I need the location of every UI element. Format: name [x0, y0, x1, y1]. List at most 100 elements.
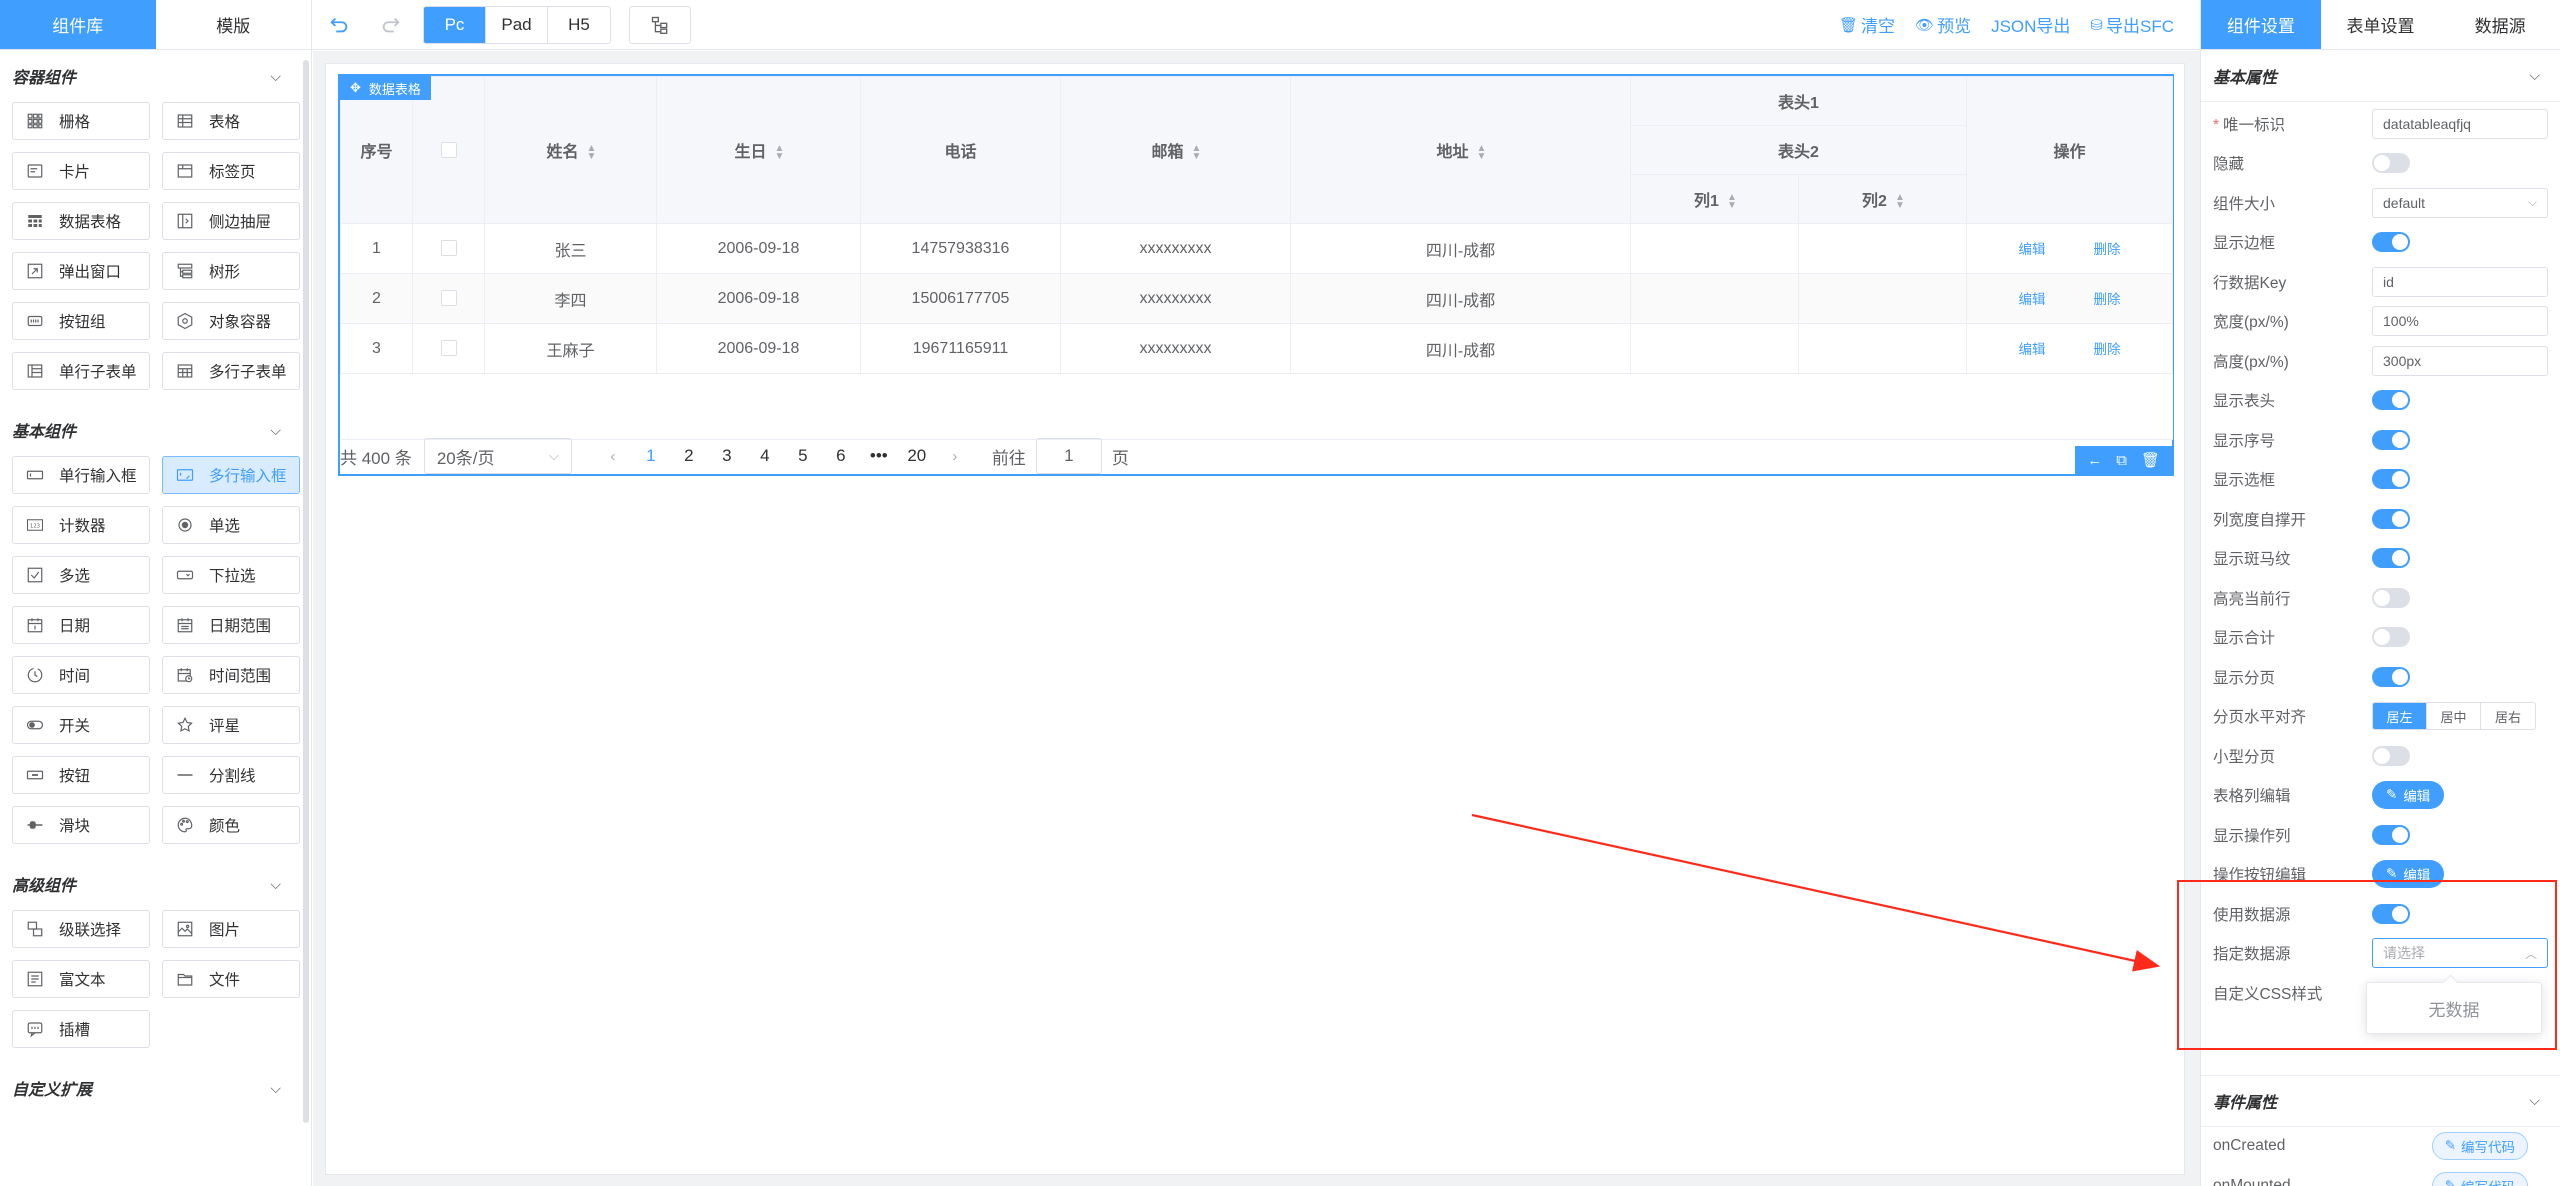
component-item[interactable]: 弹出窗口: [12, 252, 150, 290]
component-item[interactable]: 多选: [12, 556, 150, 594]
sort-icon[interactable]: ▲ ▼: [1477, 143, 1487, 161]
prop-select[interactable]: default ⌵: [2372, 187, 2548, 218]
export-sfc-button[interactable]: ⛁ 导出SFC: [2090, 12, 2174, 37]
prev-page-icon[interactable]: ‹: [594, 448, 632, 465]
node-tree-button[interactable]: [629, 5, 691, 44]
prop-switch[interactable]: [2372, 666, 2410, 687]
sort-icon[interactable]: ▲ ▼: [1727, 192, 1737, 210]
page-number[interactable]: 5: [784, 446, 822, 466]
component-item[interactable]: 数据表格: [12, 202, 150, 240]
component-item[interactable]: 侧边抽屉: [162, 202, 300, 240]
next-page-icon[interactable]: ›: [936, 448, 974, 465]
table-row[interactable]: 3 王麻子 2006-09-18 19671165911 xxxxxxxxx 四…: [340, 323, 2173, 374]
sort-icon[interactable]: ▲ ▼: [1192, 143, 1202, 161]
component-item[interactable]: 级联选择: [12, 910, 150, 948]
align-option[interactable]: 居左: [2373, 703, 2427, 730]
align-option[interactable]: 居中: [2427, 703, 2481, 730]
component-item[interactable]: 按钮: [12, 756, 150, 794]
component-item[interactable]: 单行子表单: [12, 352, 150, 390]
component-item[interactable]: 下拉选: [162, 556, 300, 594]
device-pad-button[interactable]: Pad: [486, 6, 548, 43]
data-table-widget[interactable]: ✥ 数据表格 序号 姓名 ▲ ▼ 生日 ▲ ▼ 电话 邮箱 ▲ ▼ 地址 ▲ ▼…: [338, 74, 2174, 476]
table-row[interactable]: 2 李四 2006-09-18 15006177705 xxxxxxxxx 四川…: [340, 273, 2173, 324]
prop-switch[interactable]: [2372, 390, 2410, 411]
sort-icon[interactable]: ▲ ▼: [775, 143, 785, 161]
page-size-select[interactable]: 20条/页 ⌵: [423, 438, 572, 474]
tab-component-settings[interactable]: 组件设置: [2201, 0, 2321, 49]
row-delete-link[interactable]: 删除: [2094, 292, 2121, 307]
page-number[interactable]: 20: [898, 446, 936, 466]
row-delete-link[interactable]: 删除: [2094, 242, 2121, 257]
component-item[interactable]: 日期范围: [162, 606, 300, 644]
prop-switch[interactable]: [2372, 548, 2410, 569]
select-parent-icon[interactable]: ←: [2087, 452, 2102, 469]
prop-edit-button[interactable]: ✎ 编辑: [2372, 860, 2445, 889]
prop-switch[interactable]: [2372, 469, 2410, 490]
delete-icon[interactable]: 🗑: [2141, 451, 2160, 469]
row-checkbox[interactable]: [440, 240, 457, 257]
group-header[interactable]: 高级组件 ⌵: [0, 858, 301, 910]
component-item[interactable]: 多行输入框: [162, 456, 300, 494]
component-item[interactable]: 123 计数器: [12, 506, 150, 544]
row-checkbox[interactable]: [440, 290, 457, 307]
header-birthday[interactable]: 生日 ▲ ▼: [656, 76, 861, 224]
json-export-button[interactable]: JSON导出: [1991, 12, 2070, 37]
component-item[interactable]: 富文本: [12, 960, 150, 998]
prop-switch[interactable]: [2372, 587, 2410, 608]
widget-label[interactable]: ✥ 数据表格: [340, 76, 431, 100]
row-edit-link[interactable]: 编辑: [2019, 242, 2046, 257]
component-item[interactable]: 单选: [162, 506, 300, 544]
component-item[interactable]: 标签页: [162, 152, 300, 190]
move-icon[interactable]: ✥: [350, 80, 361, 96]
more-pages-icon[interactable]: •••: [860, 446, 898, 466]
tab-form-settings[interactable]: 表单设置: [2321, 0, 2441, 49]
page-number[interactable]: 6: [822, 446, 860, 466]
header-col2[interactable]: 列2 ▲ ▼: [1798, 174, 1967, 224]
device-h5-button[interactable]: H5: [548, 7, 610, 43]
header-name[interactable]: 姓名 ▲ ▼: [484, 76, 657, 224]
basic-props-header[interactable]: 基本属性 ⌵: [2201, 50, 2560, 102]
header-address[interactable]: 地址 ▲ ▼: [1290, 76, 1631, 224]
component-item[interactable]: 分割线: [162, 756, 300, 794]
header-col1[interactable]: 列1 ▲ ▼: [1630, 174, 1799, 224]
row-edit-link[interactable]: 编辑: [2019, 342, 2046, 357]
group-header[interactable]: 基本组件 ⌵: [0, 404, 301, 456]
prop-switch[interactable]: [2372, 429, 2410, 450]
component-item[interactable]: 对象容器: [162, 302, 300, 340]
component-item[interactable]: 树形: [162, 252, 300, 290]
component-item[interactable]: 评星: [162, 706, 300, 744]
component-item[interactable]: 文件: [162, 960, 300, 998]
table-row[interactable]: 1 张三 2006-09-18 14757938316 xxxxxxxxx 四川…: [340, 223, 2173, 274]
prop-switch[interactable]: [2372, 745, 2410, 766]
align-option[interactable]: 居右: [2481, 703, 2535, 729]
header-email[interactable]: 邮箱 ▲ ▼: [1060, 76, 1291, 224]
sort-icon[interactable]: ▲ ▼: [1895, 192, 1905, 210]
component-item[interactable]: 时间范围: [162, 656, 300, 694]
group-header[interactable]: 容器组件 ⌵: [0, 50, 301, 102]
preview-button[interactable]: 👁 预览: [1915, 12, 1971, 37]
copy-icon[interactable]: ⧉: [2116, 452, 2127, 469]
prop-switch[interactable]: [2372, 232, 2410, 253]
component-item[interactable]: 插槽: [12, 1010, 150, 1048]
prop-input[interactable]: datatableaqfjq: [2372, 108, 2548, 139]
component-item[interactable]: 表格: [162, 102, 300, 140]
tab-templates[interactable]: 模版: [156, 0, 312, 49]
component-item[interactable]: 日期: [12, 606, 150, 644]
page-jump-input[interactable]: 1: [1035, 438, 1102, 474]
row-delete-link[interactable]: 删除: [2094, 342, 2121, 357]
prop-input[interactable]: id: [2372, 266, 2548, 297]
group-header[interactable]: 自定义扩展 ⌵: [0, 1062, 301, 1114]
page-number[interactable]: 2: [670, 446, 708, 466]
prop-input[interactable]: 100%: [2372, 306, 2548, 337]
component-item[interactable]: 时间: [12, 656, 150, 694]
device-pc-button[interactable]: Pc: [424, 6, 486, 43]
event-props-header[interactable]: 事件属性 ⌵: [2201, 1074, 2560, 1127]
prop-switch[interactable]: [2372, 824, 2410, 845]
tab-data-source[interactable]: 数据源: [2440, 0, 2560, 49]
design-canvas[interactable]: ✥ 数据表格 序号 姓名 ▲ ▼ 生日 ▲ ▼ 电话 邮箱 ▲ ▼ 地址 ▲ ▼…: [325, 63, 2185, 1175]
prop-switch[interactable]: [2372, 903, 2410, 924]
prop-switch[interactable]: [2372, 508, 2410, 529]
prop-input[interactable]: 300px: [2372, 345, 2548, 376]
row-edit-link[interactable]: 编辑: [2019, 292, 2046, 307]
prop-edit-button[interactable]: ✎ 编辑: [2372, 781, 2445, 810]
